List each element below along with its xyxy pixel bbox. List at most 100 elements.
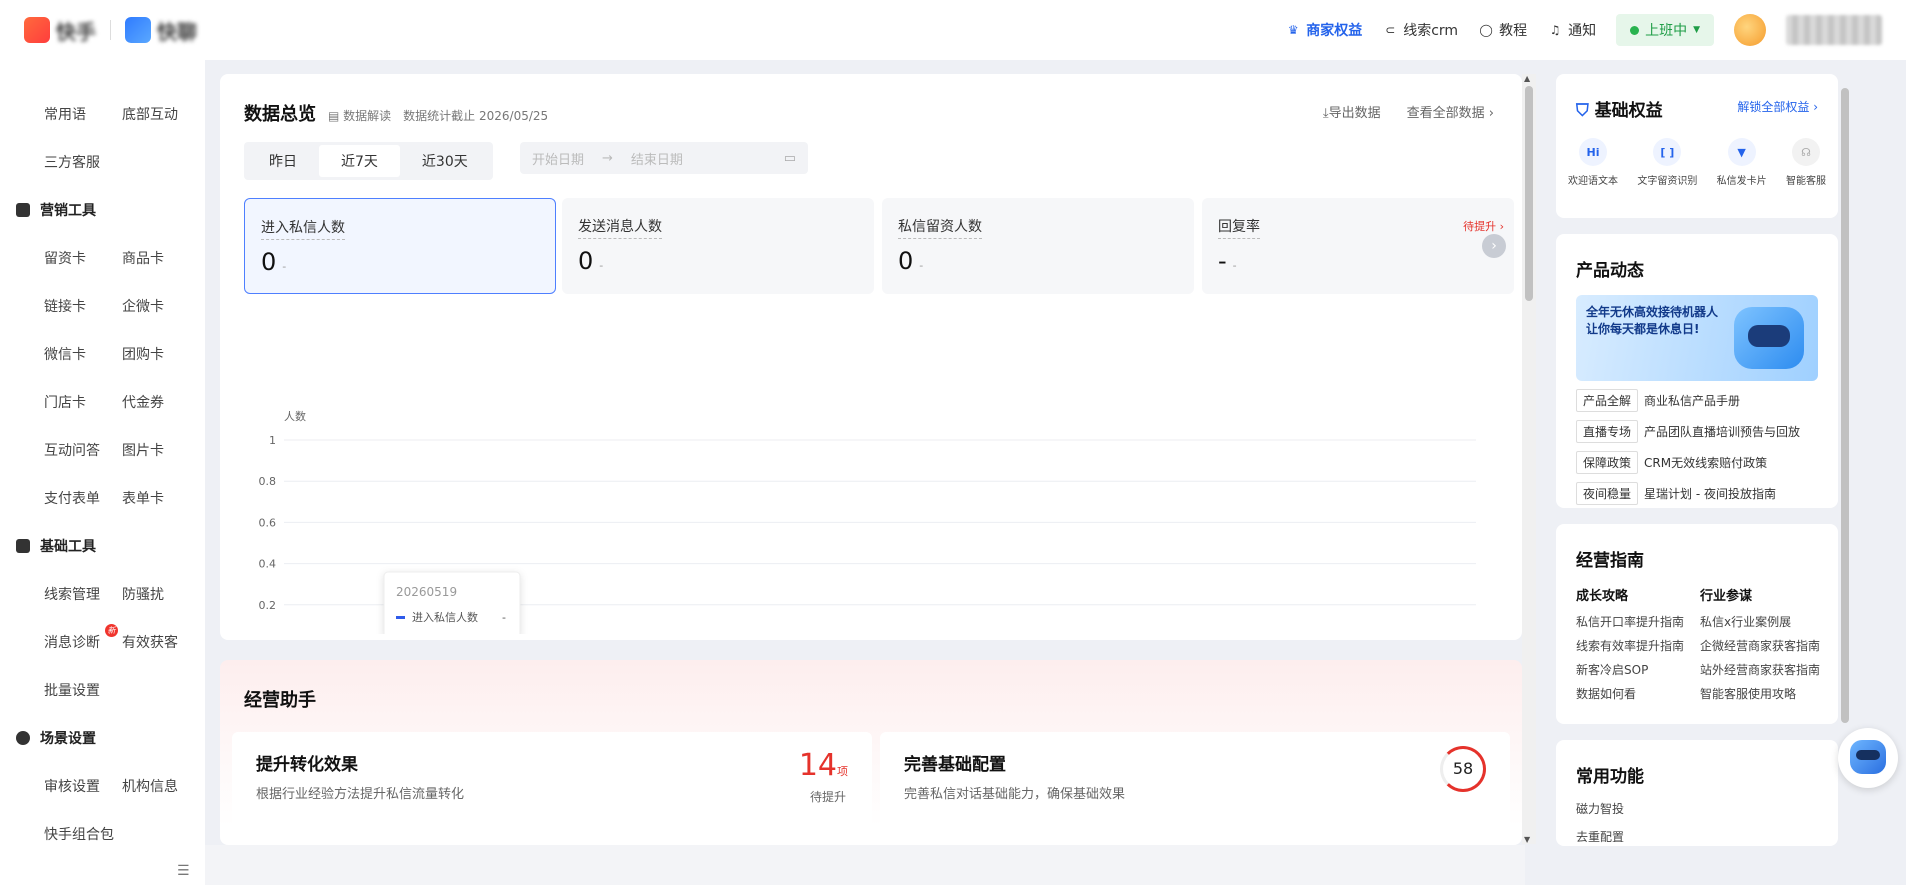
tutorial-link[interactable]: ◯ 教程 (1478, 20, 1527, 40)
avatar[interactable] (1734, 14, 1766, 46)
basic-config-card[interactable]: 完善基础配置 完善私信对话基础能力，确保基础效果 58 (880, 732, 1510, 852)
sidebar-item-payment-form[interactable]: 支付表单 (44, 488, 122, 508)
tooltip-series-value: - (502, 611, 506, 624)
news-item[interactable]: 直播专场 产品团队直播培训预告与回放 (1576, 420, 1818, 443)
kuailiao-logo[interactable]: 快聊 (125, 16, 197, 45)
metric-value: 0 (898, 247, 914, 275)
sidebar-item-voucher[interactable]: 代金券 (122, 392, 200, 412)
sidebar-item-org-info[interactable]: 机构信息 (122, 776, 200, 796)
work-status-dropdown[interactable]: 上班中 ▼ (1616, 14, 1714, 46)
common-function-link[interactable]: 去重配置 (1556, 823, 1838, 851)
sidebar-item-product-card[interactable]: 商品卡 (122, 248, 200, 268)
sidebar-item-lead-management[interactable]: 线索管理 (44, 584, 122, 604)
tooltip-series-swatch (396, 616, 405, 619)
scroll-up-icon[interactable]: ▲ (1524, 74, 1530, 83)
briefcase-icon (16, 539, 30, 553)
crm-icon: ⊂ (1385, 23, 1396, 37)
feature-smart-cs[interactable]: ☊ 智能客服 (1786, 138, 1826, 187)
tab-30days[interactable]: 近30天 (400, 145, 490, 177)
scrollbar-thumb[interactable] (1841, 88, 1849, 723)
metric-card-enter-pm[interactable]: 进入私信人数 0- (244, 198, 556, 294)
tooltip-series-label: 进入私信人数 (412, 611, 478, 624)
guide-link[interactable]: 线索有效率提升指南 (1576, 634, 1684, 658)
view-all-data-link[interactable]: 查看全部数据 › (1407, 102, 1494, 121)
data-interpret-link[interactable]: ▤ 数据解读 (328, 107, 391, 124)
collapse-sidebar-icon[interactable]: ☰ (177, 863, 190, 879)
scrollbar-thumb[interactable] (1525, 86, 1533, 301)
sidebar-group-marketing[interactable]: 营销工具 (0, 186, 205, 234)
guide-link[interactable]: 企微经营商家获客指南 (1700, 634, 1820, 658)
sidebar-item-audit-settings[interactable]: 审核设置 (44, 776, 122, 796)
guide-link[interactable]: 私信开口率提升指南 (1576, 610, 1684, 634)
sidebar-item-bottom-interaction[interactable]: 底部互动 (122, 104, 200, 124)
sidebar-item-wecom-card[interactable]: 企微卡 (122, 296, 200, 316)
export-data-button[interactable]: ⤓导出数据 (1323, 102, 1381, 121)
tab-yesterday[interactable]: 昨日 (247, 145, 319, 177)
basic-rights-panel: ⛉ 基础权益 解锁全部权益 › Hi 欢迎语文本 [ ] 文字留资识别 ▼ 私信发卡片… (1556, 74, 1838, 218)
feature-welcome-text[interactable]: Hi 欢迎语文本 (1568, 138, 1618, 187)
news-item[interactable]: 夜间稳量 星瑞计划 - 夜间投放指南 (1576, 482, 1818, 505)
news-banner[interactable]: 全年无休高效接待机器人 让你每天都是休息日! (1576, 295, 1818, 381)
start-date-input[interactable]: 开始日期 (532, 149, 584, 168)
sidebar-item-qa[interactable]: 互动问答 (44, 440, 122, 460)
sidebar-item-lead-card[interactable]: 留资卡 (44, 248, 122, 268)
username-blurred[interactable] (1786, 15, 1882, 45)
metric-value: 0 (261, 248, 277, 276)
sidebar-item-third-party-cs[interactable]: 三方客服 (44, 152, 122, 172)
news-item[interactable]: 产品全解 商业私信产品手册 (1576, 389, 1818, 412)
sidebar-item-group-buy-card[interactable]: 团购卡 (122, 344, 200, 364)
tab-7days[interactable]: 近7天 (319, 145, 400, 177)
data-overview-card: 数据总览 ▤ 数据解读 数据统计截止 2026/05/25 ⤓导出数据 查看全部… (220, 74, 1522, 666)
unlock-all-rights-link[interactable]: 解锁全部权益 › (1737, 98, 1818, 115)
feature-text-lead-recognition[interactable]: [ ] 文字留资识别 (1637, 138, 1697, 187)
sidebar-item-link-card[interactable]: 链接卡 (44, 296, 122, 316)
sidebar-item-batch-settings[interactable]: 批量设置 (44, 680, 122, 700)
scroll-down-icon[interactable]: ▼ (1524, 835, 1530, 844)
sidebar-item-anti-harassment[interactable]: 防骚扰 (122, 584, 200, 604)
sidebar-item-wechat-card[interactable]: 微信卡 (44, 344, 122, 364)
guide-link[interactable]: 站外经营商家获客指南 (1700, 658, 1820, 682)
date-range-tabs: 昨日 近7天 近30天 (244, 142, 493, 180)
rights-features: Hi 欢迎语文本 [ ] 文字留资识别 ▼ 私信发卡片 ☊ 智能客服 (1556, 138, 1838, 187)
date-range-picker[interactable]: 开始日期 → 结束日期 ▭ (520, 142, 808, 174)
kuaishou-logo[interactable]: 快手 (24, 16, 96, 45)
page-title: 数据总览 (244, 104, 316, 125)
feature-pm-send-card[interactable]: ▼ 私信发卡片 (1717, 138, 1767, 187)
crm-link[interactable]: ⊂ 线索crm (1382, 20, 1458, 40)
sidebar-item-common-phrases[interactable]: 常用语 (44, 104, 122, 124)
sidebar-item-store-card[interactable]: 门店卡 (44, 392, 122, 412)
tooltip-date: 20260519 (396, 585, 457, 599)
metric-card-send-msg[interactable]: 发送消息人数 0- (562, 198, 874, 294)
common-function-link[interactable]: 磁力智投 (1556, 795, 1838, 823)
main-scrollbar[interactable]: ▲ ▼ (1522, 74, 1536, 844)
robot-icon (1734, 307, 1804, 369)
logo-divider (110, 20, 111, 40)
sidebar-item-image-card[interactable]: 图片卡 (122, 440, 200, 460)
sidebar-item-effective-acquisition[interactable]: 有效获客 (122, 632, 200, 652)
news-item[interactable]: 保障政策 CRM无效线索赔付政策 (1576, 451, 1818, 474)
end-date-input[interactable]: 结束日期 (631, 149, 683, 168)
sidebar-group-scene-settings[interactable]: 场景设置 (0, 714, 205, 762)
notify-link[interactable]: ♫ 通知 (1547, 20, 1596, 40)
common-title: 常用功能 (1576, 767, 1644, 787)
guide-link[interactable]: 私信x行业案例展 (1700, 610, 1820, 634)
sidebar-row: 消息诊断新 有效获客 (0, 618, 205, 666)
merchant-rights-link[interactable]: ♛ 商家权益 (1285, 20, 1362, 40)
sidebar-item-kuaishou-bundle[interactable]: 快手组合包 (44, 824, 144, 844)
sidebar-item-message-diagnosis[interactable]: 消息诊断新 (44, 624, 122, 652)
guide-link[interactable]: 智能客服使用攻略 (1700, 682, 1820, 706)
metric-card-reply-rate[interactable]: 回复率 -- 待提升 › (1202, 198, 1514, 294)
right-panel-scrollbar[interactable] (1840, 74, 1850, 844)
sidebar-group-basic-tools[interactable]: 基础工具 (0, 522, 205, 570)
improve-conversion-card[interactable]: 提升转化效果 根据行业经验方法提升私信流量转化 14项 待提升 (232, 732, 872, 852)
metric-value: 0 (578, 247, 594, 275)
overview-title-row: 数据总览 ▤ 数据解读 数据统计截止 2026/05/25 (244, 100, 548, 126)
guide-link[interactable]: 新客冷启SOP (1576, 658, 1684, 682)
sidebar-item-form-card[interactable]: 表单卡 (122, 488, 200, 508)
guide-link[interactable]: 数据如何看 (1576, 682, 1684, 706)
metric-card-pm-leads[interactable]: 私信留资人数 0- (882, 198, 1194, 294)
pending-improve-link[interactable]: 待提升 › (1463, 218, 1504, 234)
assistant-bot-icon[interactable] (1838, 728, 1898, 788)
y-tick-label: 0.4 (259, 558, 277, 571)
next-metrics-button[interactable]: › (1482, 234, 1506, 258)
